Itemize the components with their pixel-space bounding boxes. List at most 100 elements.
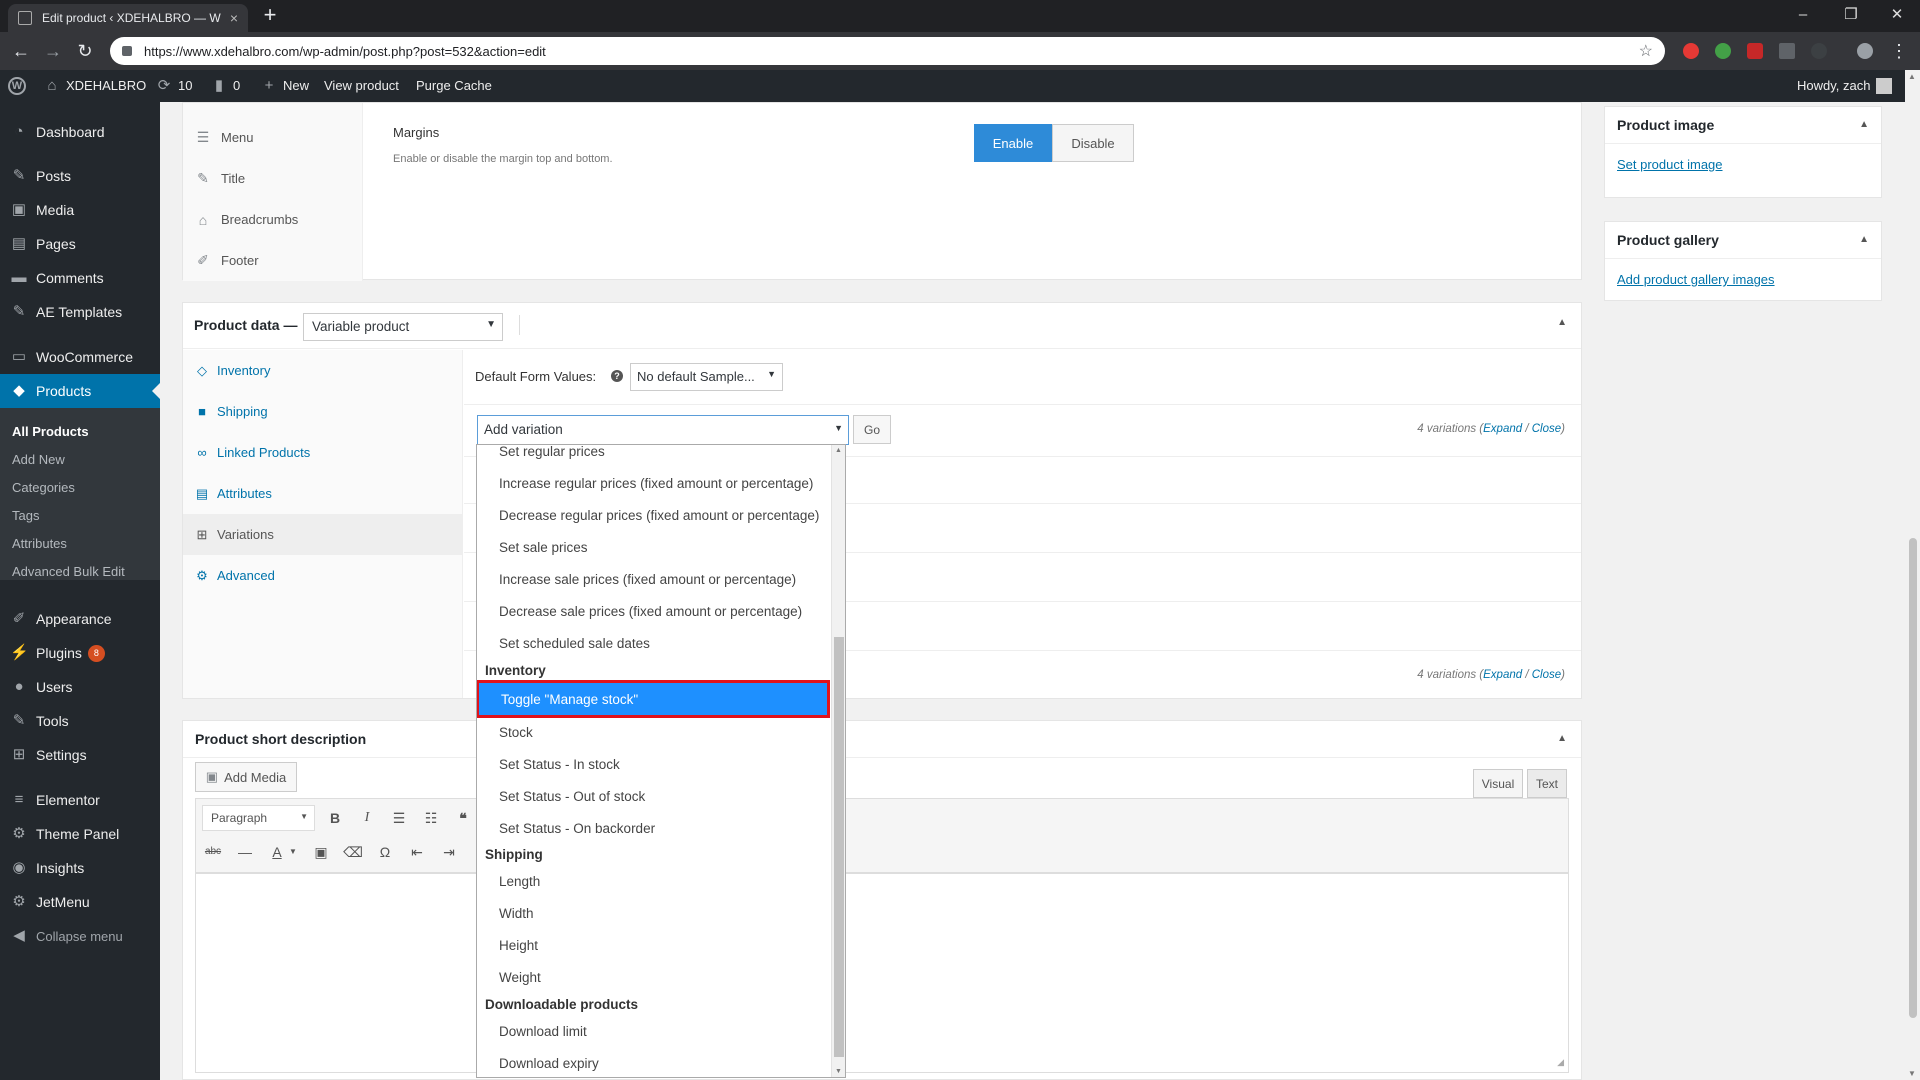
outdent-icon[interactable]: ⇤ xyxy=(406,841,428,863)
sidebar-item-pages[interactable]: ▤ Pages xyxy=(0,227,160,261)
new-tab-button[interactable]: + xyxy=(258,4,282,28)
page-scrollbar-thumb[interactable] xyxy=(1909,538,1917,1018)
submenu-tags[interactable]: Tags xyxy=(12,508,39,523)
tab-close-icon[interactable]: × xyxy=(230,10,238,26)
format-select[interactable]: Paragraph ▼ xyxy=(202,805,315,831)
browser-tab[interactable]: Edit product ‹ XDEHALBRO — W × xyxy=(8,4,248,32)
sidebar-item-ae-templates[interactable]: ✎ AE Templates xyxy=(0,295,160,329)
sidebar-item-dashboard[interactable]: ◔ Dashboard xyxy=(0,115,160,149)
tab-attributes[interactable]: ▤ Attributes xyxy=(183,473,462,514)
product-type-select[interactable]: Variable product ▼ xyxy=(303,313,503,341)
set-product-image-link[interactable]: Set product image xyxy=(1617,157,1723,172)
paste-text-icon[interactable]: ▣ xyxy=(310,841,332,863)
go-button[interactable]: Go xyxy=(853,415,891,444)
submenu-add-new[interactable]: Add New xyxy=(12,452,65,467)
forward-arrow-icon[interactable]: → xyxy=(42,40,64,62)
sidebar-item-woocommerce[interactable]: ▭ WooCommerce xyxy=(0,340,160,374)
window-close-button[interactable]: ✕ xyxy=(1874,0,1920,30)
extension-icon[interactable] xyxy=(1683,43,1699,59)
scroll-down-icon[interactable]: ▼ xyxy=(835,1068,842,1075)
option-set-sale-prices[interactable]: Set sale prices xyxy=(477,531,829,563)
option-weight[interactable]: Weight xyxy=(477,961,829,993)
tab-title[interactable]: ✎ Title xyxy=(183,158,363,199)
add-media-button[interactable]: ▣ Add Media xyxy=(195,762,297,792)
sidebar-item-insights[interactable]: ◉ Insights xyxy=(0,851,160,885)
bookmark-star-icon[interactable]: ☆ xyxy=(1639,41,1653,61)
sidebar-item-products[interactable]: ◆ Products xyxy=(0,374,160,408)
option-stock[interactable]: Stock xyxy=(477,716,829,748)
option-download-expiry[interactable]: Download expiry xyxy=(477,1047,829,1077)
submenu-attributes[interactable]: Attributes xyxy=(12,536,67,551)
extension-icon[interactable] xyxy=(1811,43,1827,59)
sidebar-item-tools[interactable]: ✎ Tools xyxy=(0,704,160,738)
editor-body[interactable]: ◢ xyxy=(195,873,1569,1073)
submenu-all-products[interactable]: All Products xyxy=(12,424,89,439)
new-content-link[interactable]: + New xyxy=(261,70,309,102)
profile-avatar-icon[interactable] xyxy=(1857,43,1873,59)
bold-icon[interactable]: B xyxy=(324,807,346,829)
clear-formatting-icon[interactable]: ⌫ xyxy=(342,841,364,863)
option-set-regular-prices[interactable]: Set regular prices xyxy=(477,445,829,467)
close-link[interactable]: Close xyxy=(1532,423,1561,435)
account-link[interactable]: Howdy, zach xyxy=(1797,70,1893,102)
option-height[interactable]: Height xyxy=(477,929,829,961)
tab-shipping[interactable]: ■ Shipping xyxy=(183,391,462,432)
option-download-limit[interactable]: Download limit xyxy=(477,1015,829,1047)
tab-menu[interactable]: ☰ Menu xyxy=(183,117,363,158)
option-width[interactable]: Width xyxy=(477,897,829,929)
sidebar-item-posts[interactable]: ✎ Posts xyxy=(0,159,160,193)
tab-breadcrumbs[interactable]: ⌂ Breadcrumbs xyxy=(183,199,363,240)
sidebar-item-comments[interactable]: ▬ Comments xyxy=(0,261,160,295)
extension-icon[interactable] xyxy=(1779,43,1795,59)
expand-link[interactable]: Expand xyxy=(1483,669,1522,681)
scroll-down-icon[interactable]: ▼ xyxy=(1908,1069,1916,1078)
tab-advanced[interactable]: ⚙ Advanced xyxy=(183,555,462,596)
add-gallery-images-link[interactable]: Add product gallery images xyxy=(1617,272,1775,287)
sidebar-item-plugins[interactable]: ⚡ Plugins 8 xyxy=(0,636,160,670)
expand-link[interactable]: Expand xyxy=(1483,423,1522,435)
resize-handle-icon[interactable]: ◢ xyxy=(1557,1057,1564,1068)
sidebar-item-elementor[interactable]: ≡ Elementor xyxy=(0,783,160,817)
numbered-list-icon[interactable]: ☷ xyxy=(420,807,442,829)
bullet-list-icon[interactable]: ☰ xyxy=(388,807,410,829)
option-increase-sale-prices[interactable]: Increase sale prices (fixed amount or pe… xyxy=(477,563,829,595)
wordpress-logo-icon[interactable]: W xyxy=(8,70,26,102)
tab-linked-products[interactable]: ∞ Linked Products xyxy=(183,432,462,473)
restore-button[interactable]: ❐ xyxy=(1828,0,1874,30)
italic-icon[interactable]: I xyxy=(356,807,378,829)
minimize-button[interactable]: – xyxy=(1780,0,1826,30)
sidebar-item-theme-panel[interactable]: ⚙ Theme Panel xyxy=(0,817,160,851)
text-tab[interactable]: Text xyxy=(1527,769,1567,798)
submenu-categories[interactable]: Categories xyxy=(12,480,75,495)
sidebar-item-appearance[interactable]: ✐ Appearance xyxy=(0,602,160,636)
enable-button[interactable]: Enable xyxy=(974,124,1052,162)
indent-icon[interactable]: ⇥ xyxy=(438,841,460,863)
scroll-up-icon[interactable]: ▲ xyxy=(1908,72,1916,81)
extension-icon[interactable] xyxy=(1747,43,1763,59)
comments-link[interactable]: ▮ 0 xyxy=(211,70,240,102)
strikethrough-icon[interactable]: abc xyxy=(202,841,224,863)
option-set-status-on-backorder[interactable]: Set Status - On backorder xyxy=(477,812,829,844)
view-product-link[interactable]: View product xyxy=(324,70,399,102)
option-set-status-in-stock[interactable]: Set Status - In stock xyxy=(477,748,829,780)
sidebar-item-users[interactable]: ● Users xyxy=(0,670,160,704)
browser-menu-icon[interactable]: ⋮ xyxy=(1888,40,1910,62)
help-icon[interactable]: ? xyxy=(611,370,623,382)
collapse-menu-button[interactable]: ◀ Collapse menu xyxy=(0,919,160,953)
back-arrow-icon[interactable]: ← xyxy=(10,40,32,62)
option-length[interactable]: Length xyxy=(477,865,829,897)
extension-icon[interactable] xyxy=(1715,43,1731,59)
scroll-up-icon[interactable]: ▲ xyxy=(835,447,842,454)
collapse-toggle-icon[interactable]: ▲ xyxy=(1859,234,1869,245)
site-name-link[interactable]: ⌂ XDEHALBRO xyxy=(44,70,146,102)
address-bar[interactable]: https://www.xdehalbro.com/wp-admin/post.… xyxy=(110,37,1665,65)
option-decrease-sale-prices[interactable]: Decrease sale prices (fixed amount or pe… xyxy=(477,595,829,627)
tab-inventory[interactable]: ◇ Inventory xyxy=(183,350,462,391)
chevron-down-icon[interactable]: ▼ xyxy=(282,841,304,863)
sidebar-item-jetmenu[interactable]: ⚙ JetMenu xyxy=(0,885,160,919)
option-set-status-out-of-stock[interactable]: Set Status - Out of stock xyxy=(477,780,829,812)
reload-icon[interactable]: ↻ xyxy=(74,40,96,62)
sidebar-item-media[interactable]: ▣ Media xyxy=(0,193,160,227)
option-set-scheduled-sale-dates[interactable]: Set scheduled sale dates xyxy=(477,627,829,659)
option-decrease-regular-prices[interactable]: Decrease regular prices (fixed amount or… xyxy=(477,499,829,531)
